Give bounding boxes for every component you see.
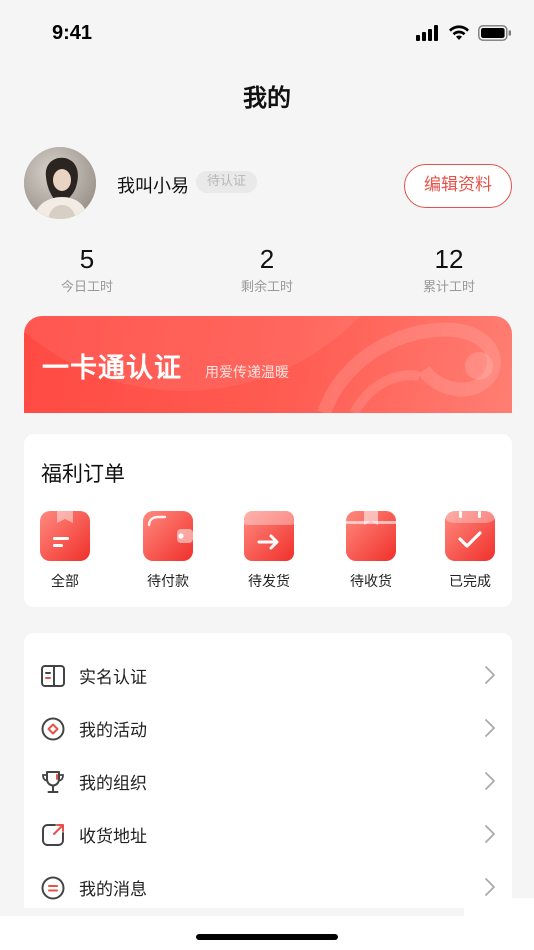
stat-label: 今日工时	[60, 280, 113, 295]
menu-item-my-activities[interactable]: 我的活动	[24, 701, 512, 753]
bottom-bar	[0, 916, 534, 950]
menu-label: 我的消息	[79, 880, 147, 900]
address-icon	[42, 824, 64, 846]
order-completed[interactable]: 已完成	[430, 511, 510, 591]
menu-item-my-organization[interactable]: 我的组织	[24, 754, 512, 806]
orders-title: 福利订单	[41, 462, 125, 486]
signal-icon	[416, 25, 438, 41]
stat-label: 累计工时	[422, 280, 475, 295]
banner-title: 一卡通认证	[42, 353, 182, 384]
order-label: 待收货	[350, 574, 392, 590]
id-card-icon	[41, 665, 65, 687]
box-arrow-icon	[242, 511, 296, 561]
order-all[interactable]: 全部	[25, 511, 105, 591]
menu-label: 收货地址	[79, 827, 147, 847]
page-title: 我的	[243, 84, 291, 112]
menu-label: 我的活动	[79, 721, 147, 741]
order-label: 已完成	[449, 574, 491, 590]
stat-value: 12	[434, 244, 464, 274]
edit-profile-button[interactable]: 编辑资料	[404, 164, 512, 208]
battery-icon	[478, 25, 511, 41]
message-icon	[41, 876, 65, 900]
order-label: 待发货	[248, 574, 290, 590]
stat-label: 剩余工时	[240, 280, 293, 295]
card-auth-banner[interactable]: 一卡通认证 用爱传递温暖	[24, 316, 512, 413]
stat-total-hours: 12 累计工时	[389, 244, 509, 295]
auth-status-badge: 待认证	[196, 171, 257, 193]
activity-icon	[41, 717, 65, 741]
order-pending-shipment[interactable]: 待发货	[229, 511, 309, 591]
stat-value: 2	[259, 244, 275, 274]
bottom-bar-notch	[464, 898, 534, 918]
menu-item-real-name-auth[interactable]: 实名认证	[24, 648, 512, 700]
menu-label: 我的组织	[79, 774, 147, 794]
banner-subtitle: 用爱传递温暖	[205, 365, 289, 381]
stat-remaining-hours: 2 剩余工时	[207, 244, 327, 295]
status-icons	[416, 24, 512, 42]
trophy-icon	[42, 771, 64, 793]
order-pending-receipt[interactable]: 待收货	[331, 511, 411, 591]
status-bar: 9:41	[0, 0, 534, 66]
chevron-right-icon	[485, 666, 495, 684]
package-icon	[346, 511, 396, 561]
stat-today-hours: 5 今日工时	[27, 244, 147, 295]
welfare-orders-card: 福利订单 全部 待付款 待发货 待收货 已完成	[24, 434, 512, 607]
order-label: 全部	[51, 574, 79, 590]
menu-label: 实名认证	[79, 668, 147, 688]
username: 我叫小易	[117, 176, 189, 197]
all-orders-icon	[40, 511, 90, 561]
stat-value: 5	[79, 244, 95, 274]
menu-item-shipping-address[interactable]: 收货地址	[24, 807, 512, 859]
chevron-right-icon	[485, 878, 495, 896]
avatar[interactable]	[24, 147, 96, 219]
chevron-right-icon	[485, 719, 495, 737]
menu-item-my-messages[interactable]: 我的消息	[24, 860, 512, 912]
calendar-check-icon	[445, 511, 495, 561]
wifi-icon	[449, 25, 469, 40]
order-label: 待付款	[147, 574, 189, 590]
chevron-right-icon	[485, 825, 495, 843]
chevron-right-icon	[485, 772, 495, 790]
order-pending-payment[interactable]: 待付款	[128, 511, 208, 591]
home-indicator[interactable]	[196, 934, 338, 940]
wallet-icon	[143, 511, 193, 561]
status-time: 9:41	[52, 22, 93, 44]
menu-list: 实名认证 我的活动 我的组织 收货地址 我的消息	[24, 633, 512, 908]
